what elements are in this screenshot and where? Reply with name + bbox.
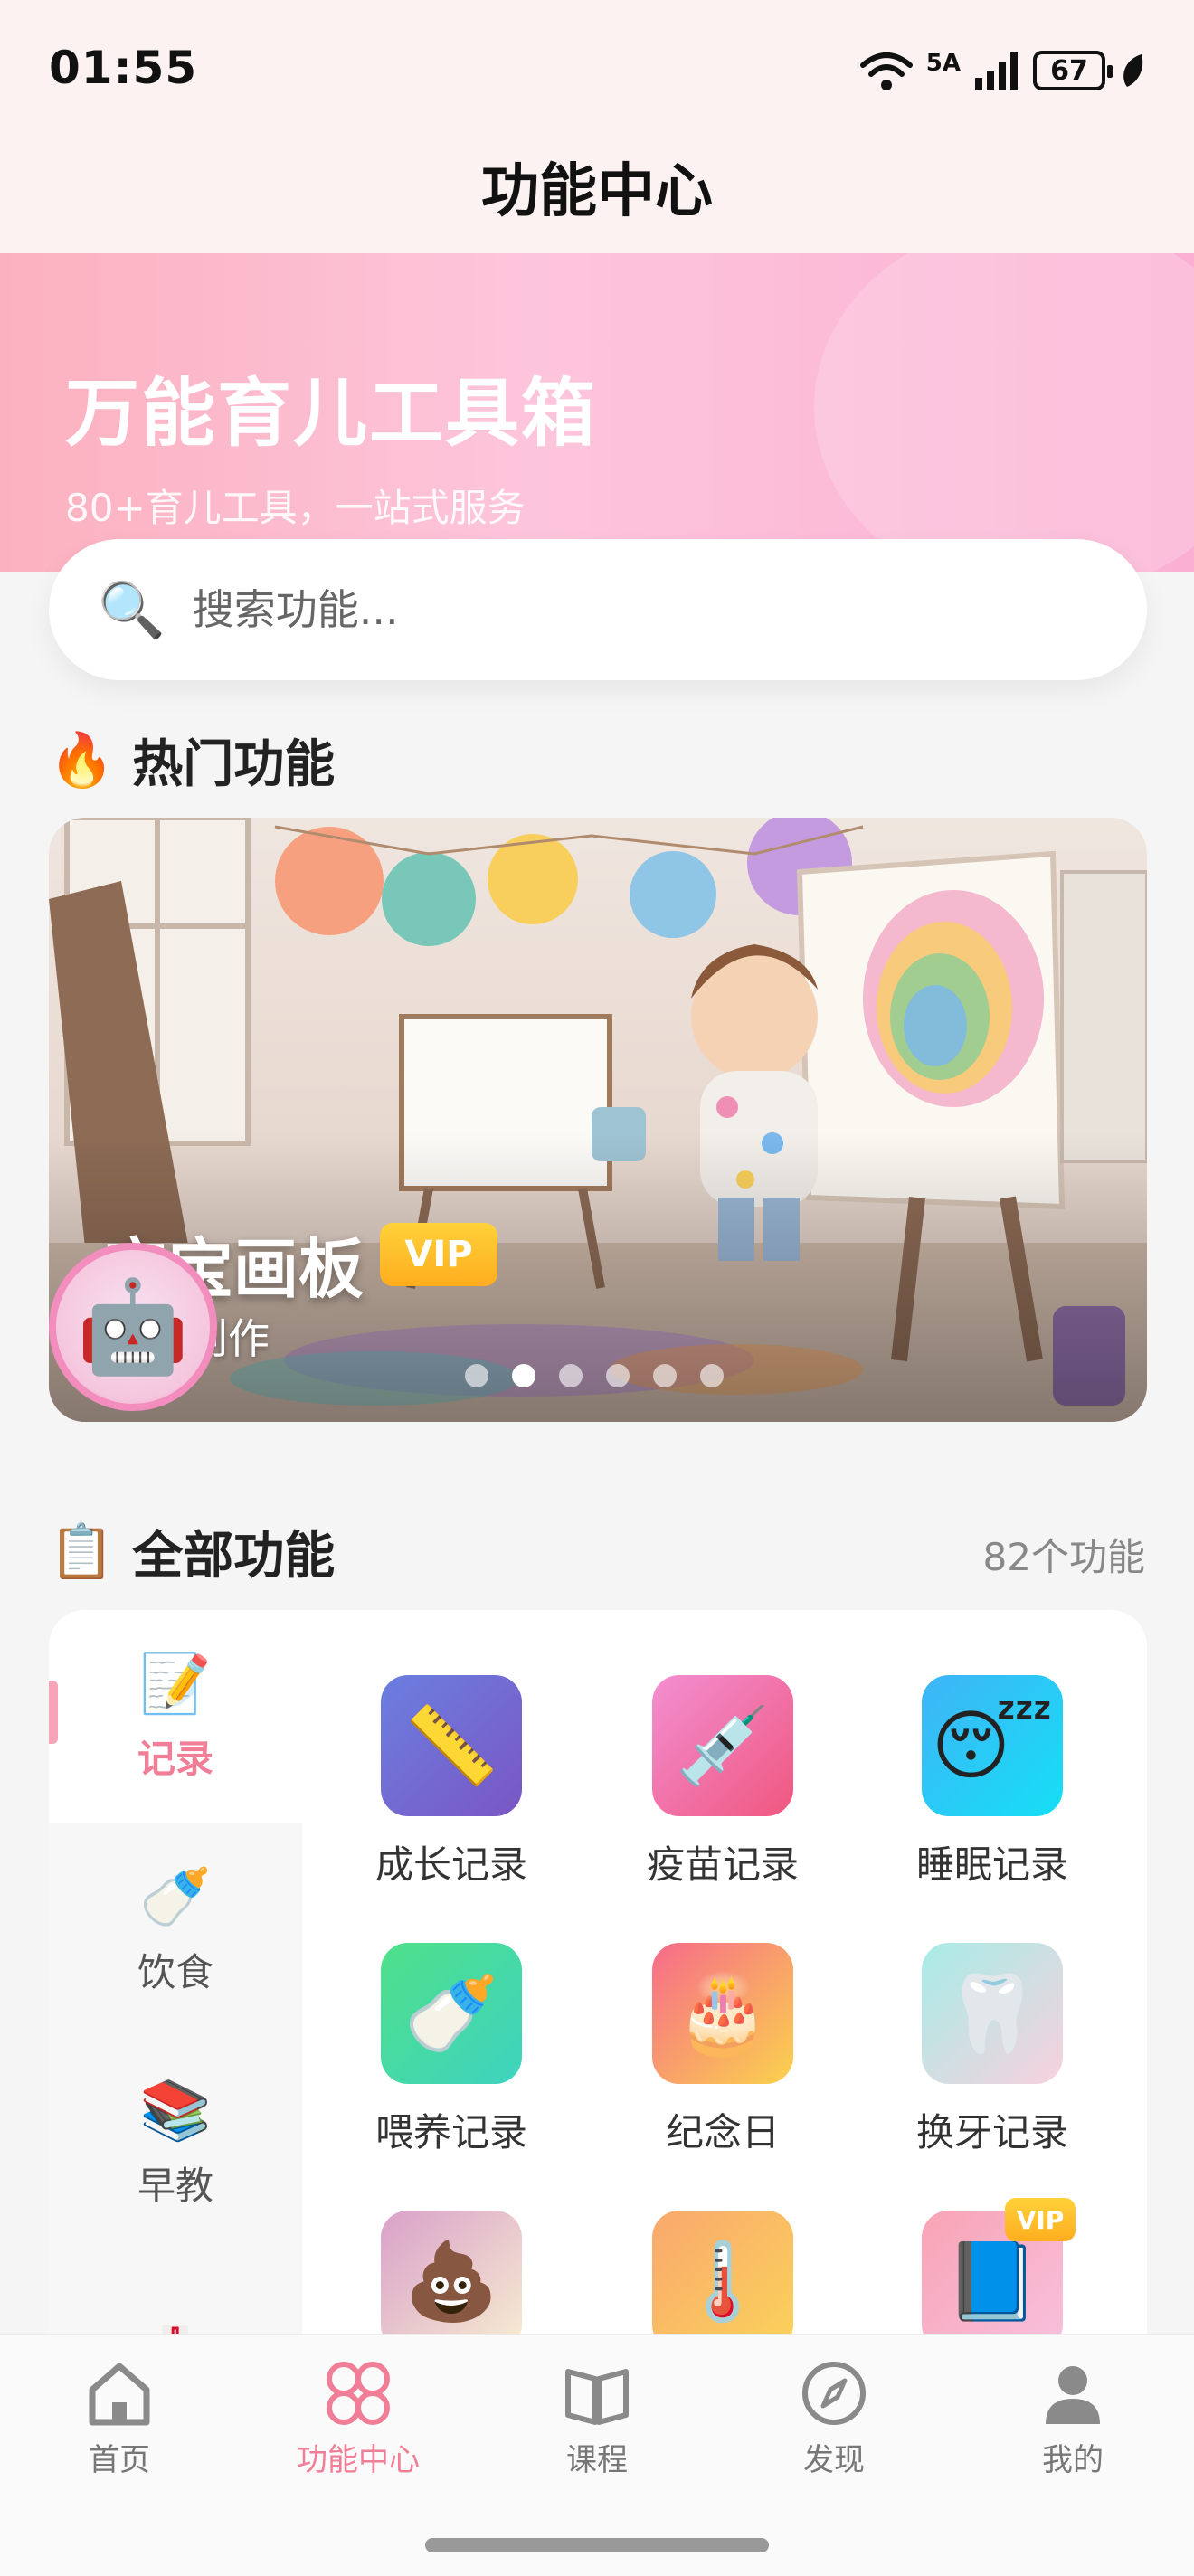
- tool-tooth-record[interactable]: 🦷 换牙记录: [861, 1943, 1123, 2157]
- tool-diary[interactable]: 📘 VIP: [861, 2198, 1123, 2352]
- memo-icon: 📝: [139, 1651, 212, 1718]
- tool-temperature-record[interactable]: 🌡️: [592, 2211, 854, 2352]
- hot-heading-text: 热门功能: [132, 735, 336, 794]
- tooth-icon: 🦷: [922, 1943, 1063, 2084]
- cake-icon: 🎂: [652, 1943, 793, 2084]
- category-record[interactable]: 📝 记录: [49, 1610, 302, 1823]
- tool-anniversary[interactable]: 🎂 纪念日: [592, 1943, 854, 2157]
- tool-growth-record[interactable]: 📏 成长记录: [320, 1675, 583, 1889]
- thermometer-icon: 🌡️: [652, 2211, 793, 2352]
- carousel-dots: [465, 1364, 724, 1387]
- category-label: 饮食: [137, 1950, 213, 1994]
- nav-profile[interactable]: 我的: [982, 2357, 1163, 2479]
- leaf-icon: [1123, 54, 1143, 87]
- page-title: 功能中心: [481, 158, 713, 225]
- tool-label: 成长记录: [374, 1842, 527, 1887]
- nav-discover[interactable]: 发现: [744, 2357, 924, 2479]
- hot-section-heading: 🔥 热门功能: [49, 724, 335, 797]
- nav-function-center[interactable]: 功能中心: [268, 2357, 449, 2479]
- tool-sleep-record[interactable]: 😴 睡眠记录: [861, 1675, 1123, 1889]
- nav-label: 我的: [1042, 2442, 1104, 2478]
- ruler-icon: 📏: [381, 1675, 522, 1816]
- carousel-dot[interactable]: [700, 1364, 724, 1387]
- books-icon: 📚: [139, 2078, 212, 2145]
- nav-label: 课程: [566, 2442, 628, 2478]
- home-indicator[interactable]: [425, 2538, 769, 2552]
- search-input[interactable]: [192, 585, 1007, 634]
- carousel-dot[interactable]: [606, 1364, 630, 1387]
- tool-poop-record[interactable]: 💩: [320, 2211, 583, 2352]
- nav-label: 发现: [803, 2442, 865, 2478]
- baby-bottle-icon: 🍼: [139, 1864, 212, 1931]
- clipboard-icon: 📋: [49, 1520, 115, 1582]
- hero-subtitle: 80+育儿工具，一站式服务: [65, 486, 526, 530]
- hero-banner: 万能育儿工具箱 80+育儿工具，一站式服务: [0, 253, 1194, 572]
- wifi-icon: [859, 52, 913, 90]
- all-section-heading: 📋 全部功能: [49, 1515, 335, 1588]
- carousel-dot[interactable]: [653, 1364, 677, 1387]
- baby-bottle-icon: 🍼: [381, 1943, 522, 2084]
- status-icons: 5A 67: [859, 45, 1145, 96]
- hero-title: 万能育儿工具箱: [65, 371, 598, 457]
- status-time: 01:55: [49, 42, 198, 94]
- compass-icon: [798, 2357, 870, 2429]
- network-label: 5A: [925, 50, 961, 77]
- tool-label: 换牙记录: [915, 2110, 1068, 2155]
- function-count: 82个功能: [982, 1535, 1145, 1579]
- carousel-dot-active[interactable]: [512, 1364, 535, 1387]
- carousel-dot[interactable]: [465, 1364, 488, 1387]
- fire-icon: 🔥: [49, 729, 115, 791]
- robot-mascot-icon[interactable]: 🤖: [49, 1243, 217, 1411]
- status-bar: 01:55 5A 67: [0, 0, 1194, 136]
- notebook-icon: 📘 VIP: [922, 2198, 1076, 2352]
- search-icon: 🔍: [98, 578, 166, 642]
- vip-badge: VIP: [380, 1223, 498, 1286]
- poop-icon: 💩: [381, 2211, 522, 2352]
- nav-home[interactable]: 首页: [29, 2357, 210, 2479]
- sleeping-face-icon: 😴: [922, 1675, 1063, 1816]
- book-open-icon: [561, 2357, 633, 2429]
- nav-courses[interactable]: 课程: [507, 2357, 687, 2479]
- carousel-dot[interactable]: [559, 1364, 583, 1387]
- search-bar[interactable]: 🔍: [49, 539, 1147, 680]
- category-label: 记录: [137, 1737, 213, 1781]
- tool-label: 疫苗记录: [646, 1842, 799, 1887]
- tool-feeding-record[interactable]: 🍼 喂养记录: [320, 1943, 583, 2157]
- tool-label: 睡眠记录: [915, 1842, 1068, 1887]
- category-diet[interactable]: 🍼 饮食: [49, 1823, 302, 2037]
- function-grid-icon: [322, 2357, 394, 2429]
- category-early-education[interactable]: 📚 早教: [49, 2037, 302, 2250]
- tool-label: 喂养记录: [374, 2110, 527, 2155]
- tool-label: 纪念日: [665, 2110, 780, 2155]
- nav-label: 功能中心: [297, 2442, 420, 2478]
- user-icon: [1037, 2357, 1109, 2429]
- signal-icon: [975, 52, 1018, 90]
- home-icon: [83, 2357, 156, 2429]
- nav-label: 首页: [89, 2442, 150, 2478]
- all-heading-text: 全部功能: [132, 1527, 336, 1586]
- category-label: 早教: [137, 2164, 213, 2208]
- battery-icon: 67: [1033, 51, 1113, 90]
- tool-vaccine-record[interactable]: 💉 疫苗记录: [592, 1675, 854, 1889]
- hero-decoration: [814, 253, 1194, 572]
- active-category-indicator: [49, 1681, 58, 1744]
- vip-badge: VIP: [1005, 2198, 1076, 2241]
- syringe-icon: 💉: [652, 1675, 793, 1816]
